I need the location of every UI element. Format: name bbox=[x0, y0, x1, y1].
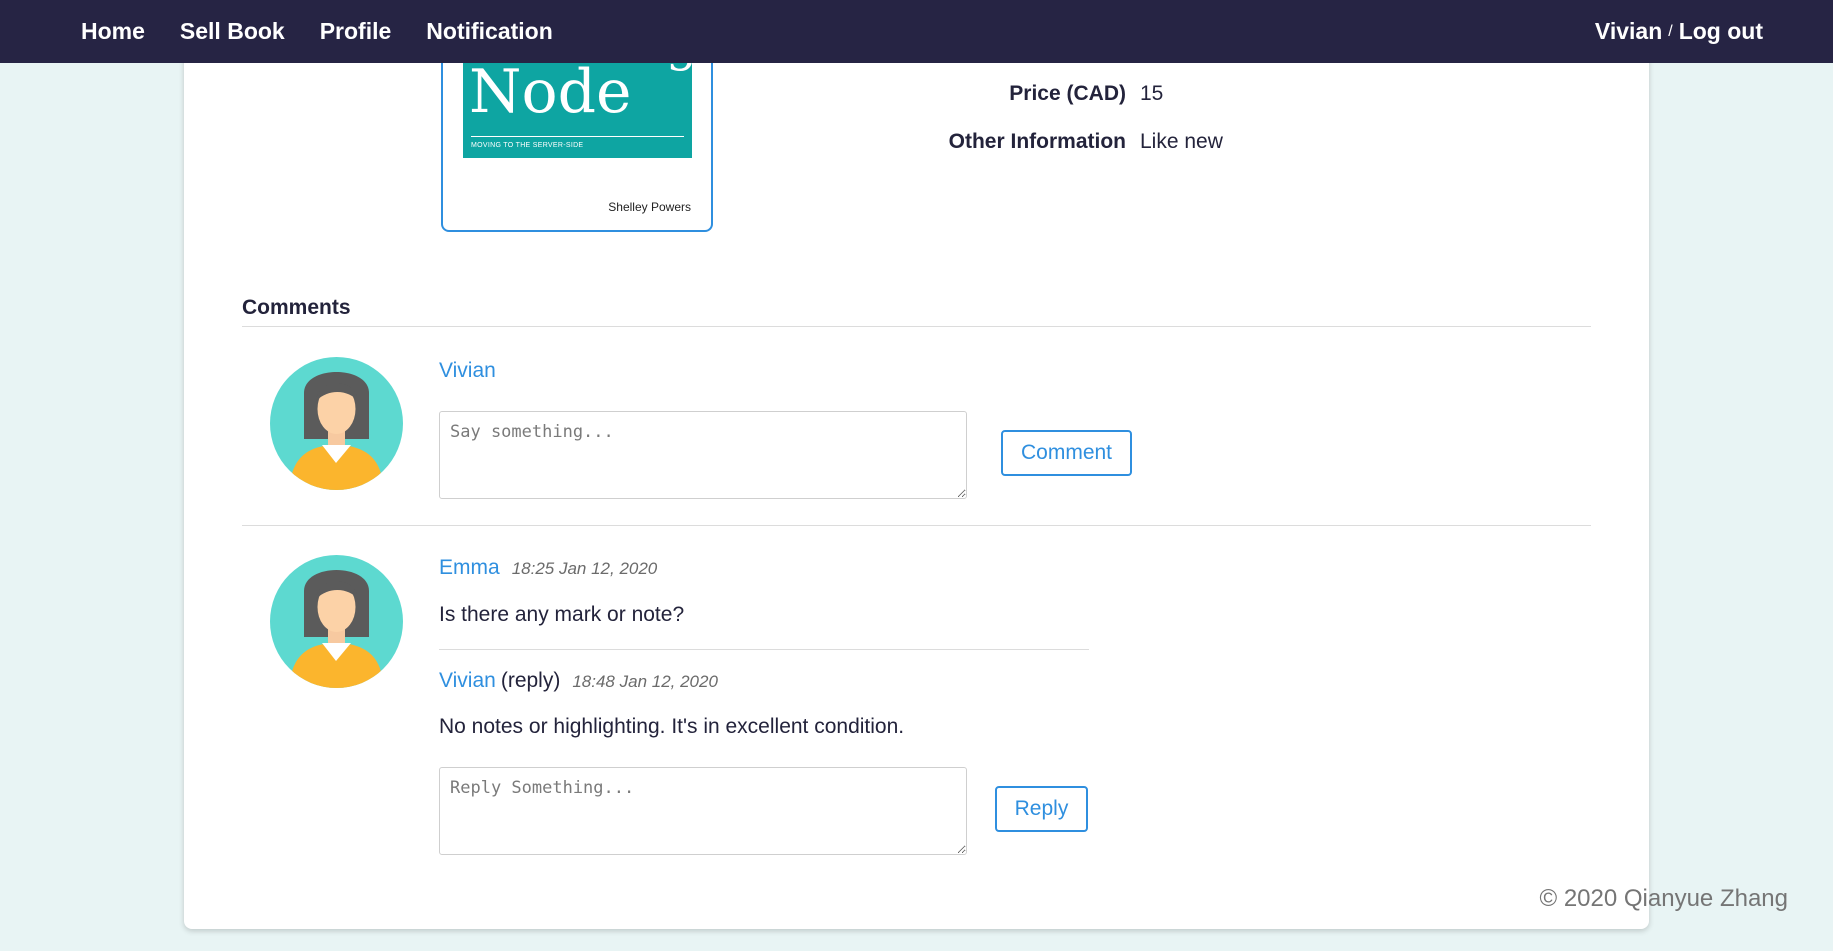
commenter-avatar-icon bbox=[270, 555, 403, 688]
comment-header: Emma 18:25 Jan 12, 2020 bbox=[439, 556, 657, 580]
comment-button[interactable]: Comment bbox=[1001, 430, 1132, 476]
comments-divider bbox=[242, 326, 1591, 327]
user-avatar-icon bbox=[270, 357, 403, 490]
reply-divider bbox=[439, 649, 1089, 650]
comment-separator bbox=[242, 525, 1591, 526]
nav-links: Home Sell Book Profile Notification bbox=[81, 0, 588, 63]
nav-notification-link[interactable]: Notification bbox=[426, 18, 553, 45]
nav-profile-link[interactable]: Profile bbox=[320, 18, 392, 45]
comments-heading: Comments bbox=[242, 296, 351, 319]
price-value: 15 bbox=[1140, 82, 1164, 105]
comment-timestamp: 18:25 Jan 12, 2020 bbox=[511, 559, 658, 578]
footer-copyright: © 2020 Qianyue Zhang bbox=[1539, 885, 1788, 912]
nav-separator: / bbox=[1668, 22, 1673, 40]
comment-text: Is there any mark or note? bbox=[439, 603, 685, 626]
reply-timestamp: 18:48 Jan 12, 2020 bbox=[572, 672, 718, 691]
nav-username-link[interactable]: Vivian bbox=[1595, 18, 1662, 45]
current-user-name[interactable]: Vivian bbox=[439, 359, 496, 383]
commenter-name[interactable]: Emma bbox=[439, 556, 500, 580]
nav-sell-book-link[interactable]: Sell Book bbox=[180, 18, 285, 45]
reply-text: No notes or highlighting. It's in excell… bbox=[439, 715, 905, 738]
price-row: Price (CAD) 15 bbox=[0, 82, 1833, 112]
reply-button[interactable]: Reply bbox=[995, 786, 1088, 832]
cover-author: Shelley Powers bbox=[608, 200, 691, 214]
reply-tag: (reply) bbox=[500, 669, 561, 692]
other-info-label: Other Information bbox=[948, 130, 1126, 153]
reply-author-name[interactable]: Vivian bbox=[439, 669, 496, 693]
reply-input[interactable] bbox=[439, 767, 967, 855]
logout-link[interactable]: Log out bbox=[1679, 18, 1763, 45]
comment-input[interactable] bbox=[439, 411, 967, 499]
top-navbar: Home Sell Book Profile Notification Vivi… bbox=[0, 0, 1833, 63]
nav-home-link[interactable]: Home bbox=[81, 18, 145, 45]
reply-header: Vivian (reply) 18:48 Jan 12, 2020 bbox=[439, 669, 718, 693]
nav-user-area: Vivian / Log out bbox=[1595, 0, 1763, 63]
price-label: Price (CAD) bbox=[1009, 82, 1126, 105]
other-info-value: Like new bbox=[1140, 130, 1223, 153]
other-info-row: Other Information Like new bbox=[0, 130, 1833, 160]
